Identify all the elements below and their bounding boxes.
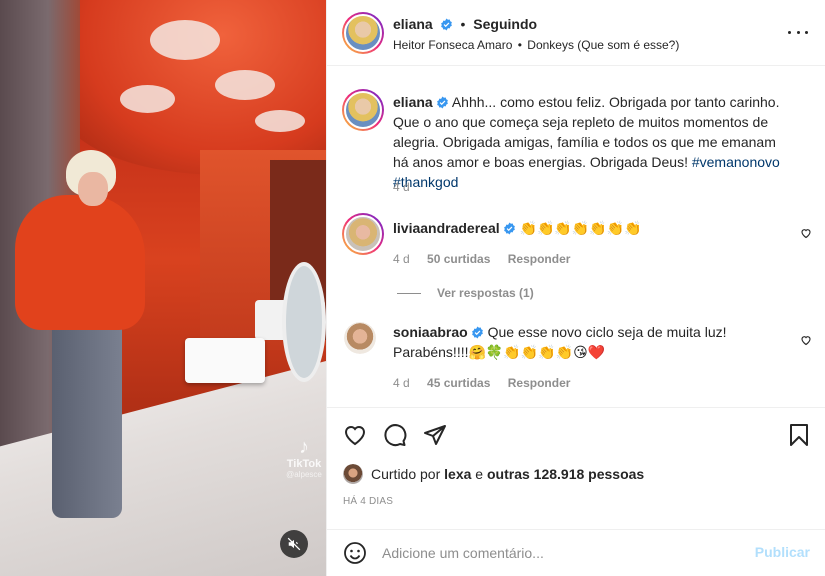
avatar-image	[344, 322, 376, 354]
more-dot-icon	[805, 30, 808, 34]
post-timestamp[interactable]: HÁ 4 DIAS	[343, 496, 393, 507]
likes-others-link[interactable]: outras 128.918 pessoas	[487, 466, 644, 482]
caption-text: eliana Ahhh... como estou feliz. Obrigad…	[393, 92, 793, 192]
view-replies-button[interactable]: Ver respostas (1)	[397, 286, 534, 300]
avatar-image	[343, 464, 363, 484]
post-header: eliana • Seguindo Heitor Fonseca Amaro •…	[327, 0, 825, 66]
caption-avatar[interactable]	[342, 89, 384, 131]
comment-icon[interactable]	[383, 423, 407, 447]
add-comment-bar: Publicar	[327, 529, 825, 576]
publish-button[interactable]: Publicar	[755, 544, 810, 560]
commenter-avatar[interactable]	[344, 322, 376, 354]
caption-age[interactable]: 4 d	[393, 180, 410, 194]
liked-by-line: Curtido por lexa e outras 128.918 pessoa…	[343, 464, 644, 484]
tiktok-watermark: ♪ TikTok @alpesce	[282, 436, 326, 479]
more-dot-icon	[788, 30, 791, 34]
liked-by-prefix: Curtido por	[371, 466, 441, 482]
ceiling-lamp	[255, 110, 305, 132]
ceiling-lamp	[120, 85, 175, 113]
ceiling-lamp	[150, 20, 220, 60]
post-actions: Curtido por lexa e outras 128.918 pessoa…	[327, 407, 825, 529]
mute-button[interactable]	[280, 530, 308, 558]
verified-icon	[471, 326, 483, 339]
tiktok-name: TikTok	[286, 458, 322, 470]
speaker-muted-icon	[287, 537, 301, 551]
video-sink	[185, 338, 265, 383]
audio-line[interactable]: Heitor Fonseca Amaro • Donkeys (Que som …	[393, 38, 679, 52]
avatar-image	[344, 215, 382, 253]
caption-meta: 4 d	[393, 180, 424, 194]
video-person-legs	[52, 318, 122, 518]
avatar-image	[344, 14, 382, 52]
verified-icon	[440, 18, 452, 31]
caption-username[interactable]: eliana	[393, 94, 433, 110]
comment-age[interactable]: 4 d	[393, 252, 410, 266]
comment-meta: 4 d 50 curtidas Responder	[393, 252, 584, 266]
verified-icon	[503, 222, 515, 235]
audio-separator: •	[517, 38, 522, 52]
tiktok-handle: @alpesce	[286, 470, 322, 479]
tiktok-logo-icon: ♪	[299, 436, 309, 458]
post-video[interactable]: ♪ TikTok @alpesce	[0, 0, 326, 576]
more-dot-icon	[796, 30, 800, 34]
comment-like-icon[interactable]	[800, 334, 812, 346]
video-round-mirror	[282, 262, 326, 382]
comment-meta: 4 d 45 curtidas Responder	[393, 376, 584, 390]
header-top-line: eliana • Seguindo	[393, 16, 537, 32]
author-username[interactable]: eliana	[393, 16, 433, 32]
audio-artist[interactable]: Heitor Fonseca Amaro	[393, 38, 512, 52]
share-icon[interactable]	[423, 423, 447, 447]
comment-username[interactable]: liviaandradereal	[393, 220, 500, 236]
avatar-image	[344, 91, 382, 129]
hashtag-link[interactable]: #vemanonovo	[692, 154, 780, 170]
header-separator: •	[460, 16, 466, 32]
comment-text: liviaandradereal 👏👏👏👏👏👏👏	[393, 218, 793, 238]
like-icon[interactable]	[343, 423, 367, 447]
more-options-button[interactable]	[788, 24, 808, 40]
author-avatar[interactable]	[342, 12, 384, 54]
follow-status-button[interactable]: Seguindo	[473, 16, 537, 32]
comment-username[interactable]: soniaabrao	[393, 324, 468, 340]
reply-button[interactable]: Responder	[508, 376, 571, 390]
comment-text: soniaabrao Que esse novo ciclo seja de m…	[393, 322, 793, 362]
comment-like-icon[interactable]	[800, 227, 812, 239]
verified-icon	[436, 96, 448, 109]
comments-section[interactable]: eliana Ahhh... como estou feliz. Obrigad…	[327, 67, 825, 407]
comment-likes[interactable]: 45 curtidas	[427, 376, 490, 390]
view-replies-label: Ver respostas (1)	[437, 286, 534, 300]
video-person-sweater	[15, 195, 145, 330]
liker-username[interactable]: lexa	[444, 466, 471, 482]
reply-button[interactable]: Responder	[508, 252, 571, 266]
post-panel: eliana • Seguindo Heitor Fonseca Amaro •…	[326, 0, 825, 576]
comment-input[interactable]	[382, 542, 742, 564]
comment-likes[interactable]: 50 curtidas	[427, 252, 490, 266]
comment-age[interactable]: 4 d	[393, 376, 410, 390]
comment-body: 👏👏👏👏👏👏👏	[519, 220, 642, 236]
commenter-avatar[interactable]	[342, 213, 384, 255]
audio-track[interactable]: Donkeys (Que som é esse?)	[527, 38, 679, 52]
ceiling-lamp	[215, 70, 275, 100]
liked-by-conjunction: e	[475, 466, 484, 482]
emoji-icon[interactable]	[343, 541, 367, 565]
save-bookmark-icon[interactable]	[787, 423, 811, 447]
video-person-face	[78, 172, 108, 206]
replies-divider	[397, 292, 421, 294]
liker-avatar[interactable]	[343, 464, 363, 484]
